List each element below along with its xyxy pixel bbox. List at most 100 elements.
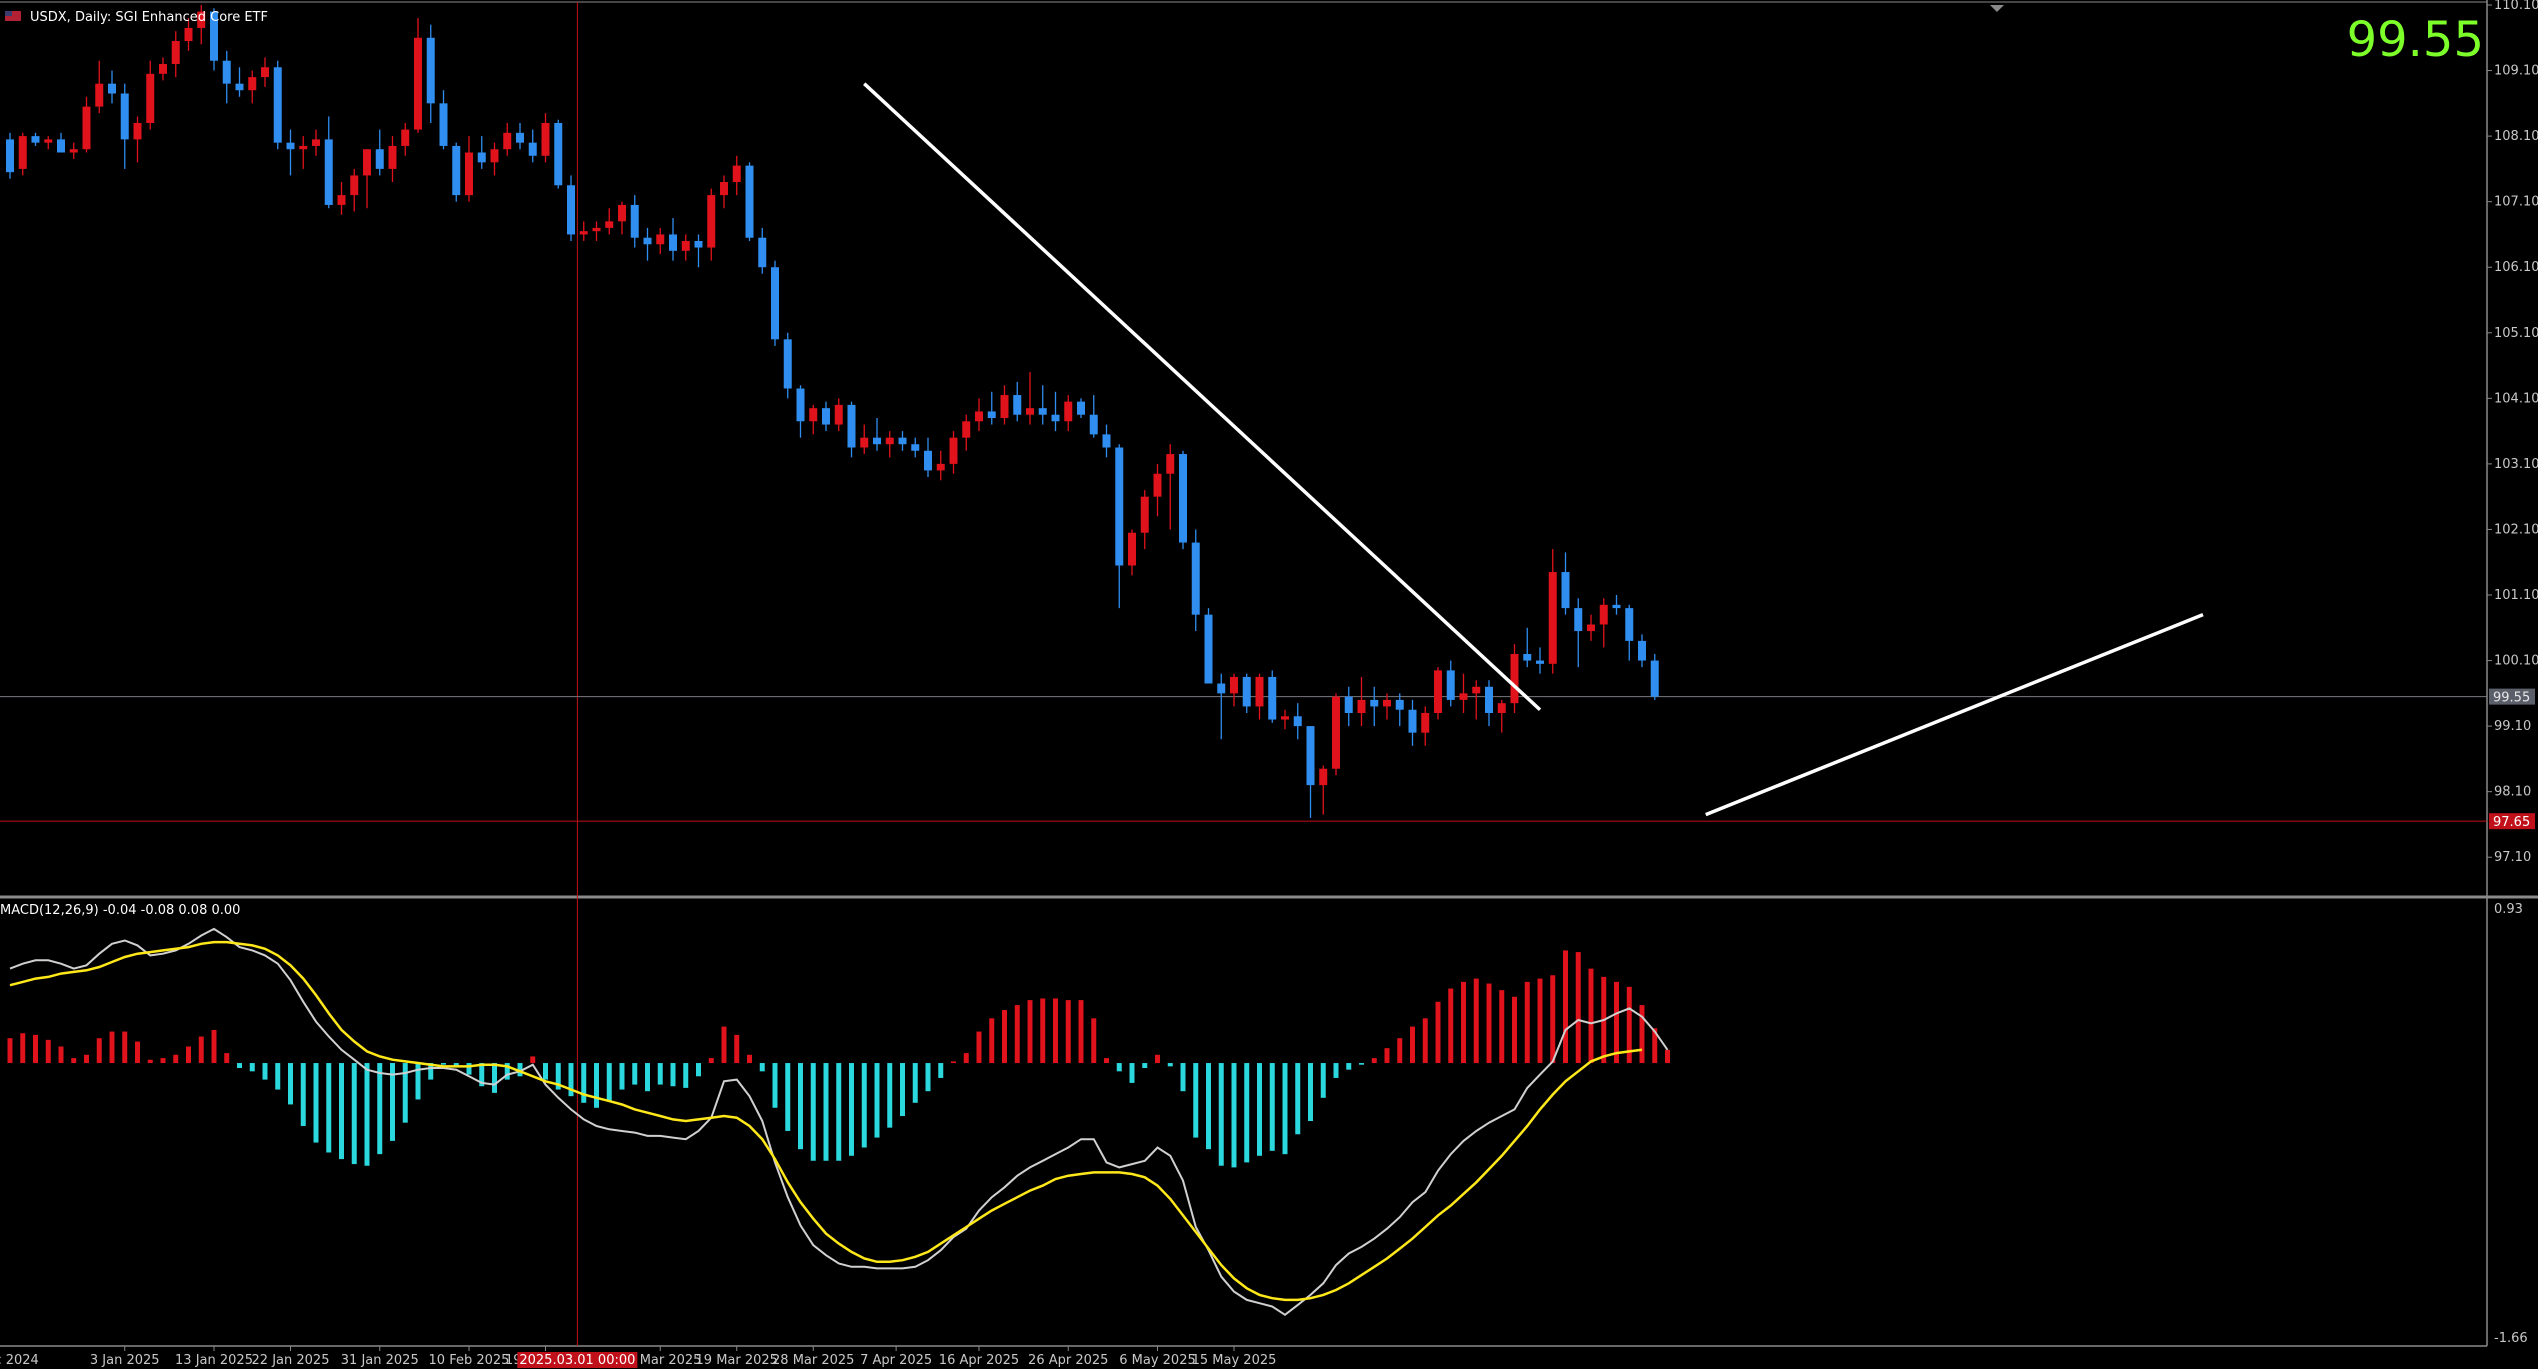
price-tick-label: 104.10 [2494, 391, 2538, 406]
candle-body [1115, 447, 1124, 566]
macd-histogram-bar [1371, 1058, 1377, 1064]
macd-histogram-bar [1002, 1010, 1007, 1064]
macd-histogram-bar [1422, 1018, 1428, 1064]
symbol-title: USDX, Daily: SGI Enhanced Core ETF [30, 10, 268, 25]
macd-histogram-bar [1053, 998, 1058, 1064]
time-tick-label: 19 Mar 2025 [696, 1353, 778, 1368]
candle-body [1230, 676, 1238, 694]
macd-histogram-bar [109, 1031, 115, 1064]
candle-body [248, 77, 257, 91]
candle-body [1574, 608, 1583, 632]
candle-body [898, 437, 907, 445]
candle-body [1587, 624, 1595, 632]
candle-body [694, 241, 703, 248]
candle-body [1179, 454, 1187, 543]
candle-body [707, 195, 716, 248]
candle-body [567, 185, 575, 235]
candle-body [541, 123, 550, 156]
candle-body [1357, 699, 1366, 713]
candle-body [1217, 683, 1226, 694]
candle-body [171, 41, 180, 64]
candle-body [1242, 676, 1251, 707]
candle-body [516, 132, 524, 143]
candle-body [273, 67, 282, 143]
candle-body [6, 139, 14, 173]
candle-body [146, 73, 155, 123]
candle-body [758, 237, 767, 268]
macd-histogram-bar [351, 1063, 357, 1165]
macd-histogram-bar [1244, 1063, 1250, 1163]
candle-body [1332, 696, 1340, 769]
macd-histogram-bar [1499, 990, 1505, 1064]
candle-body [439, 103, 448, 146]
macd-histogram-bar [1333, 1063, 1339, 1078]
candle-body [414, 37, 422, 130]
candle [1650, 654, 1659, 700]
candle-body [490, 149, 499, 163]
candle-body [681, 241, 690, 251]
macd-tick-label: 0.93 [2494, 902, 2523, 917]
macd-histogram-bar [275, 1063, 281, 1090]
candle-body [1561, 572, 1570, 609]
candle-body [1064, 401, 1073, 422]
macd-histogram-bar [1486, 983, 1492, 1064]
macd-histogram-bar [989, 1018, 995, 1064]
last-price-label: 99.55 [2493, 691, 2530, 706]
candle-body [1650, 660, 1659, 697]
candle [452, 142, 461, 202]
candle-body [426, 37, 435, 104]
macd-histogram-bar [925, 1063, 931, 1092]
macd-histogram-bar [492, 1063, 497, 1093]
macd-histogram-bar [1320, 1063, 1326, 1098]
candle-body [69, 149, 78, 153]
candle-body [1166, 454, 1175, 474]
candle-body [1255, 676, 1264, 707]
time-tick-label: 22 Jan 2025 [252, 1353, 330, 1368]
macd-histogram-bar [938, 1063, 944, 1078]
macd-histogram-bar [976, 1031, 982, 1064]
price-tick-label: 108.10 [2494, 129, 2538, 144]
candle-body [452, 145, 461, 196]
macd-histogram-bar [7, 1038, 13, 1064]
macd-histogram-bar [581, 1063, 587, 1103]
price-tick-label: 107.10 [2494, 195, 2538, 210]
candle-body [503, 132, 512, 150]
macd-histogram-bar [1142, 1063, 1148, 1069]
price-tick-label: 109.10 [2494, 64, 2538, 79]
macd-histogram-bar [1206, 1063, 1211, 1150]
macd-histogram-bar [645, 1063, 650, 1092]
candle-body [1153, 473, 1162, 497]
candle-body [618, 204, 626, 222]
price-tick-label: 98.10 [2494, 785, 2531, 800]
candle-body [299, 145, 308, 150]
candle-body [1408, 709, 1417, 733]
price-chart[interactable]: 110.10 109.10 108.10 107.10 106.10 105.10 104.… [0, 0, 2538, 1369]
candle-body [337, 195, 346, 205]
candle-body [18, 136, 27, 169]
macd-histogram-bar [466, 1063, 472, 1075]
candle-body [847, 404, 856, 448]
macd-histogram-bar [1575, 952, 1581, 1064]
price-tick-label: 102.10 [2494, 522, 2538, 537]
macd-histogram-bar [441, 1063, 446, 1065]
candle-body [924, 450, 932, 471]
macd-histogram-bar [135, 1041, 140, 1064]
candle-body [1536, 660, 1544, 664]
macd-histogram-bar [262, 1063, 268, 1080]
macd-histogram-bar [1218, 1063, 1224, 1166]
candle-body [936, 463, 945, 471]
macd-histogram-bar [1410, 1026, 1415, 1064]
macd-tick-label: -1.66 [2494, 1331, 2528, 1346]
candle-body [324, 139, 333, 205]
macd-histogram-bar [1384, 1048, 1390, 1064]
macd-histogram-bar [71, 1058, 77, 1064]
candle-body [1421, 713, 1430, 733]
macd-histogram-bar [1155, 1054, 1160, 1064]
macd-histogram-bar [874, 1063, 880, 1138]
macd-histogram-bar [1448, 988, 1454, 1064]
candle-body [1638, 640, 1646, 661]
candle-body [732, 165, 741, 182]
macd-histogram-bar [237, 1063, 242, 1069]
candle-body [1038, 408, 1047, 415]
macd-histogram-bar [1295, 1063, 1301, 1135]
